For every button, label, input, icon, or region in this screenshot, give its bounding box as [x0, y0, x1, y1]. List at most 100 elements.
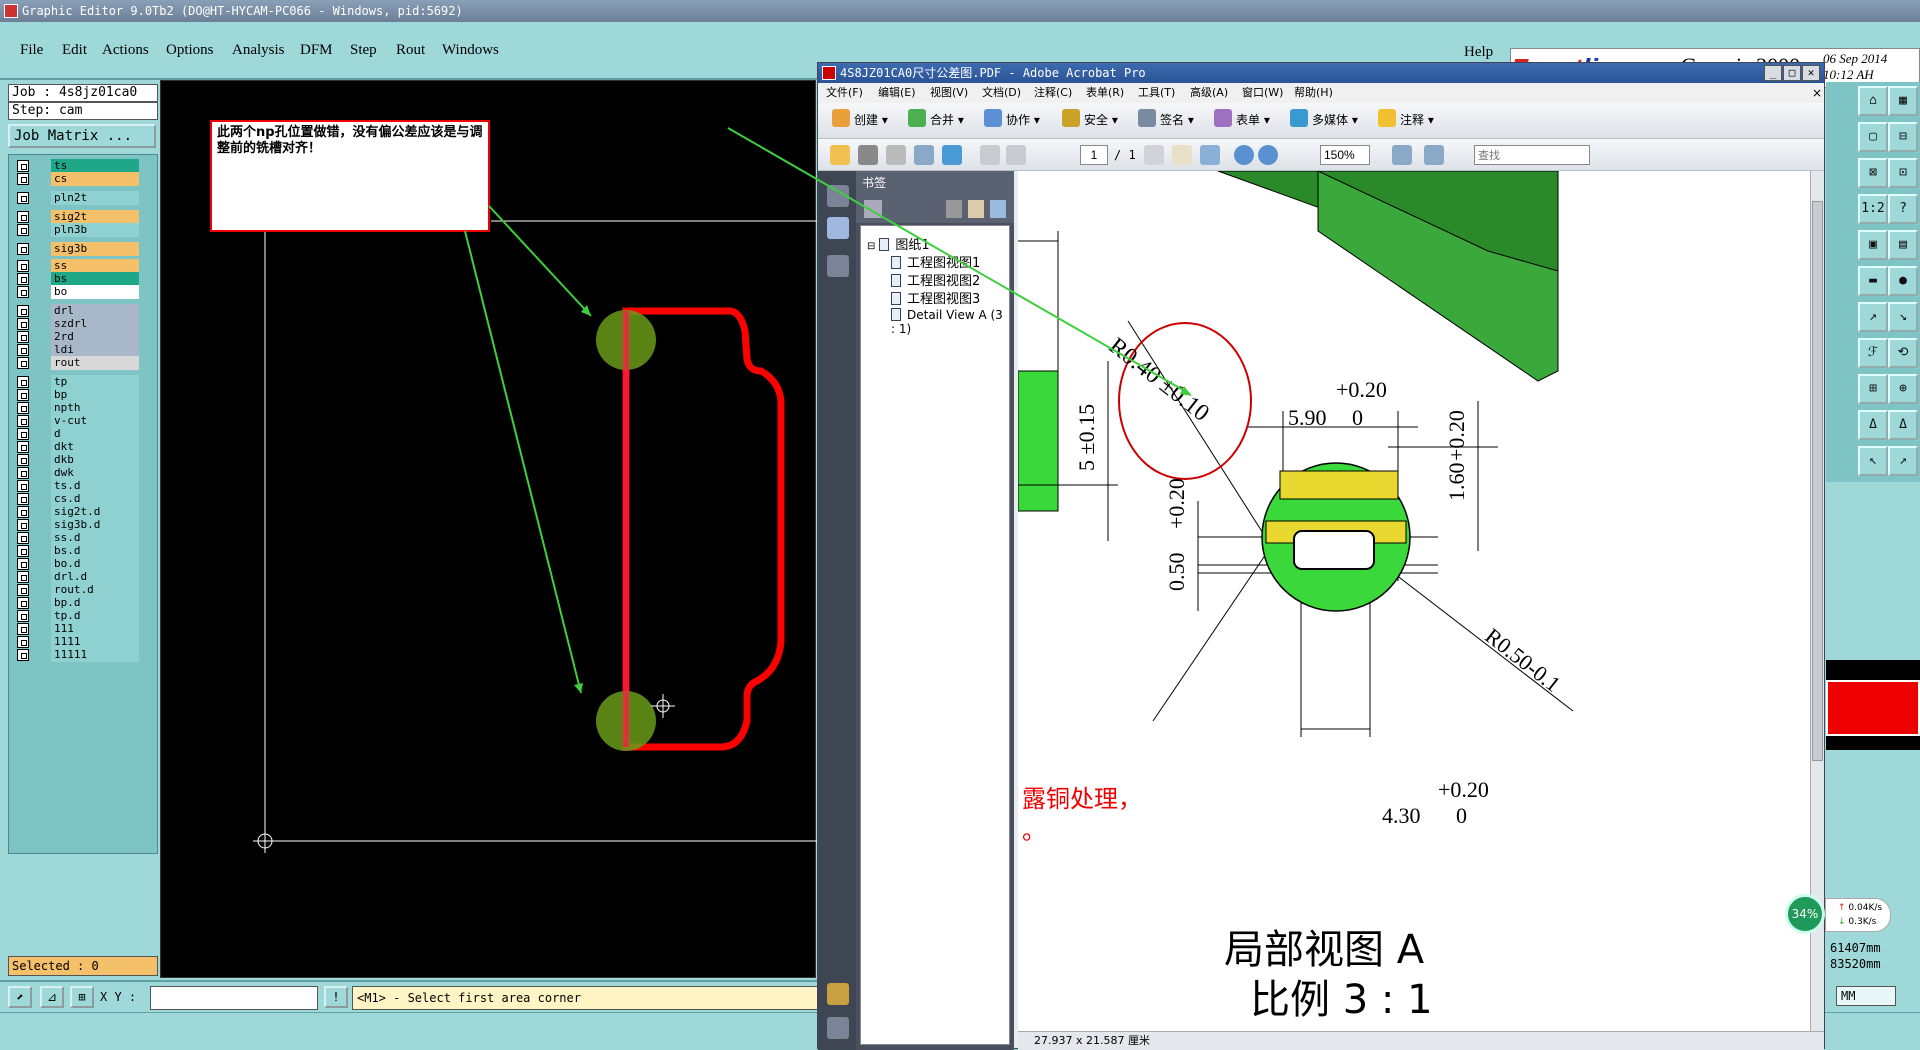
tool-button[interactable]: ↘: [1888, 302, 1918, 332]
select-text-icon[interactable]: [1144, 145, 1164, 165]
task-multimedia[interactable]: 多媒体 ▾: [1290, 109, 1358, 128]
acro-menu-forms[interactable]: 表单(R): [1086, 83, 1124, 103]
pages-icon[interactable]: [827, 185, 849, 207]
layer-checkbox[interactable]: [17, 636, 29, 648]
layer-checkbox[interactable]: [17, 584, 29, 596]
layer-row[interactable]: drl.d: [13, 570, 155, 584]
tool-button[interactable]: ↗: [1858, 302, 1888, 332]
layer-row[interactable]: rout: [13, 356, 155, 370]
delete-bookmark-icon[interactable]: [946, 200, 962, 218]
close-button[interactable]: ✕: [1802, 65, 1820, 81]
bookmark-item[interactable]: 工程图视图3: [891, 288, 980, 307]
fullscreen-icon[interactable]: [1424, 145, 1444, 165]
layer-checkbox[interactable]: [17, 273, 29, 285]
layer-checkbox[interactable]: [17, 649, 29, 661]
layer-checkbox[interactable]: [17, 454, 29, 466]
layer-checkbox[interactable]: [17, 243, 29, 255]
acro-menu-window[interactable]: 窗口(W): [1242, 83, 1283, 103]
layer-row[interactable]: cs: [13, 172, 155, 186]
menu-windows[interactable]: Windows: [442, 42, 499, 59]
menu-options[interactable]: Options: [166, 42, 214, 59]
xy-input[interactable]: [150, 986, 318, 1010]
layer-checkbox[interactable]: [17, 402, 29, 414]
layer-row[interactable]: bo: [13, 285, 155, 299]
menu-edit[interactable]: Edit: [62, 42, 87, 59]
page-number-input[interactable]: [1080, 145, 1108, 165]
pdf-page[interactable]: R0.40 ±0.10 +0.20 5.90 0 5 ±0.15 1.60 +0…: [1018, 171, 1810, 1031]
menu-help[interactable]: Help: [1464, 44, 1493, 61]
acro-menu-view[interactable]: 视图(V): [930, 83, 968, 103]
alert-icon[interactable]: !: [324, 986, 348, 1008]
layer-checkbox[interactable]: [17, 211, 29, 223]
layer-row[interactable]: bs.d: [13, 544, 155, 558]
layer-row[interactable]: v-cut: [13, 414, 155, 428]
layer-row[interactable]: bp: [13, 388, 155, 402]
menu-actions[interactable]: Actions: [102, 42, 149, 59]
tool-button[interactable]: ▣: [1858, 230, 1888, 260]
layer-row[interactable]: 2rd: [13, 330, 155, 344]
upload-icon[interactable]: [942, 145, 962, 165]
acro-menu-help[interactable]: 帮助(H): [1294, 83, 1333, 103]
layer-row[interactable]: dkt: [13, 440, 155, 454]
layer-checkbox[interactable]: [17, 173, 29, 185]
layer-row[interactable]: 1111: [13, 635, 155, 649]
bookmark-item[interactable]: ⊟ 图纸1: [867, 234, 930, 253]
acro-menu-tools[interactable]: 工具(T): [1138, 83, 1175, 103]
layer-row[interactable]: 111: [13, 622, 155, 636]
maximize-button[interactable]: □: [1783, 65, 1801, 81]
bookmarks-icon[interactable]: [827, 217, 849, 239]
layer-row[interactable]: sig2t.d: [13, 505, 155, 519]
layer-checkbox[interactable]: [17, 415, 29, 427]
menu-step[interactable]: Step: [350, 42, 377, 59]
bookmark-item[interactable]: Detail View A (3 : 1): [891, 308, 1009, 336]
tool-button[interactable]: 1:2: [1858, 194, 1888, 224]
tool-button[interactable]: ▬: [1858, 266, 1888, 296]
layer-row[interactable]: ldi: [13, 343, 155, 357]
task-collaborate[interactable]: 协作 ▾: [984, 109, 1040, 128]
layer-row[interactable]: tp.d: [13, 609, 155, 623]
layer-checkbox[interactable]: [17, 623, 29, 635]
menu-dfm[interactable]: DFM: [300, 42, 333, 59]
next-page-icon[interactable]: [1006, 145, 1026, 165]
tool-button[interactable]: ℱ: [1858, 338, 1888, 368]
layer-checkbox[interactable]: [17, 493, 29, 505]
measure-tool-button[interactable]: ⊿: [40, 986, 64, 1008]
acro-menu-edit[interactable]: 编辑(E): [878, 83, 916, 103]
tool-button[interactable]: ⟲: [1888, 338, 1918, 368]
tool-button[interactable]: ▦: [1888, 86, 1918, 116]
task-comment[interactable]: 注释 ▾: [1378, 109, 1434, 128]
layer-row[interactable]: dwk: [13, 466, 155, 480]
tool-button[interactable]: ●: [1888, 266, 1918, 296]
layer-checkbox[interactable]: [17, 571, 29, 583]
layer-checkbox[interactable]: [17, 376, 29, 388]
task-sign[interactable]: 签名 ▾: [1138, 109, 1194, 128]
layer-row[interactable]: pln3b: [13, 223, 155, 237]
acro-menu-comments[interactable]: 注释(C): [1034, 83, 1072, 103]
layer-row[interactable]: rout.d: [13, 583, 155, 597]
acro-menu-advanced[interactable]: 高级(A): [1190, 83, 1228, 103]
layer-row[interactable]: bo.d: [13, 557, 155, 571]
tool-button[interactable]: ⊕: [1888, 374, 1918, 404]
tool-button[interactable]: Δ: [1858, 410, 1888, 440]
layer-checkbox[interactable]: [17, 286, 29, 298]
bookmark-item[interactable]: 工程图视图1: [891, 252, 980, 271]
new-bookmark-icon[interactable]: [968, 200, 984, 218]
layer-checkbox[interactable]: [17, 467, 29, 479]
grid-tool-button[interactable]: ⊞: [70, 986, 94, 1008]
layer-checkbox[interactable]: [17, 318, 29, 330]
layer-row[interactable]: dkb: [13, 453, 155, 467]
task-forms[interactable]: 表单 ▾: [1214, 109, 1270, 128]
prev-page-icon[interactable]: [980, 145, 1000, 165]
layer-row[interactable]: szdrl: [13, 317, 155, 331]
tool-button[interactable]: ⊠: [1858, 158, 1888, 188]
layer-checkbox[interactable]: [17, 597, 29, 609]
layer-row[interactable]: 11111: [13, 648, 155, 662]
task-secure[interactable]: 安全 ▾: [1062, 109, 1118, 128]
tool-button[interactable]: ⊡: [1888, 158, 1918, 188]
layer-row[interactable]: bp.d: [13, 596, 155, 610]
layer-checkbox[interactable]: [17, 558, 29, 570]
signatures-icon[interactable]: [827, 255, 849, 277]
print-icon[interactable]: [858, 145, 878, 165]
select-tool-button[interactable]: ⬈: [8, 986, 32, 1008]
layer-row[interactable]: ss.d: [13, 531, 155, 545]
